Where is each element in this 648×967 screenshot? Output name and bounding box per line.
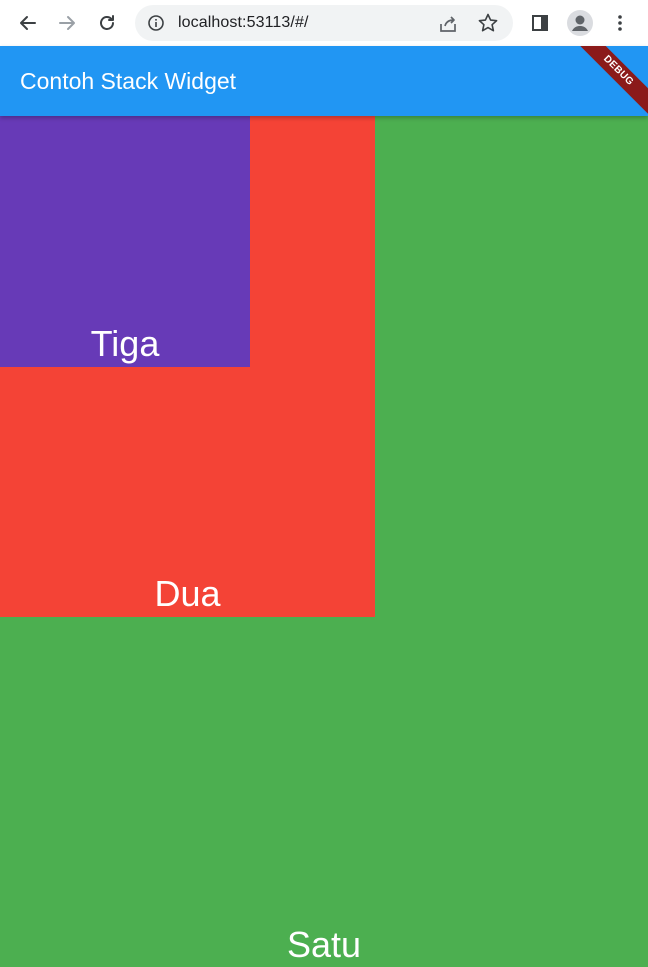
stack-widget: Satu Dua Tiga <box>0 116 648 967</box>
app-title: Contoh Stack Widget <box>20 68 237 94</box>
box-tiga: Tiga <box>0 116 250 367</box>
back-arrow-icon[interactable] <box>13 8 43 38</box>
label-satu: Satu <box>286 924 362 965</box>
info-icon[interactable] <box>147 14 165 32</box>
star-icon[interactable] <box>477 12 499 34</box>
share-icon[interactable] <box>437 13 459 35</box>
app-bar: Contoh Stack Widget DEBUG <box>0 46 648 116</box>
label-tiga: Tiga <box>90 323 160 364</box>
browser-toolbar: localhost:53113/#/ <box>0 0 648 46</box>
debug-label: DEBUG <box>569 46 648 116</box>
address-bar[interactable]: localhost:53113/#/ <box>135 5 513 41</box>
forward-arrow-icon[interactable] <box>52 8 82 38</box>
more-vert-icon[interactable] <box>605 8 635 38</box>
side-panel-icon[interactable] <box>525 8 555 38</box>
url-text[interactable]: localhost:53113/#/ <box>178 5 309 41</box>
reload-icon[interactable] <box>92 8 122 38</box>
label-dua: Dua <box>154 573 221 614</box>
debug-banner: DEBUG <box>568 46 648 116</box>
profile-icon[interactable] <box>565 8 595 38</box>
